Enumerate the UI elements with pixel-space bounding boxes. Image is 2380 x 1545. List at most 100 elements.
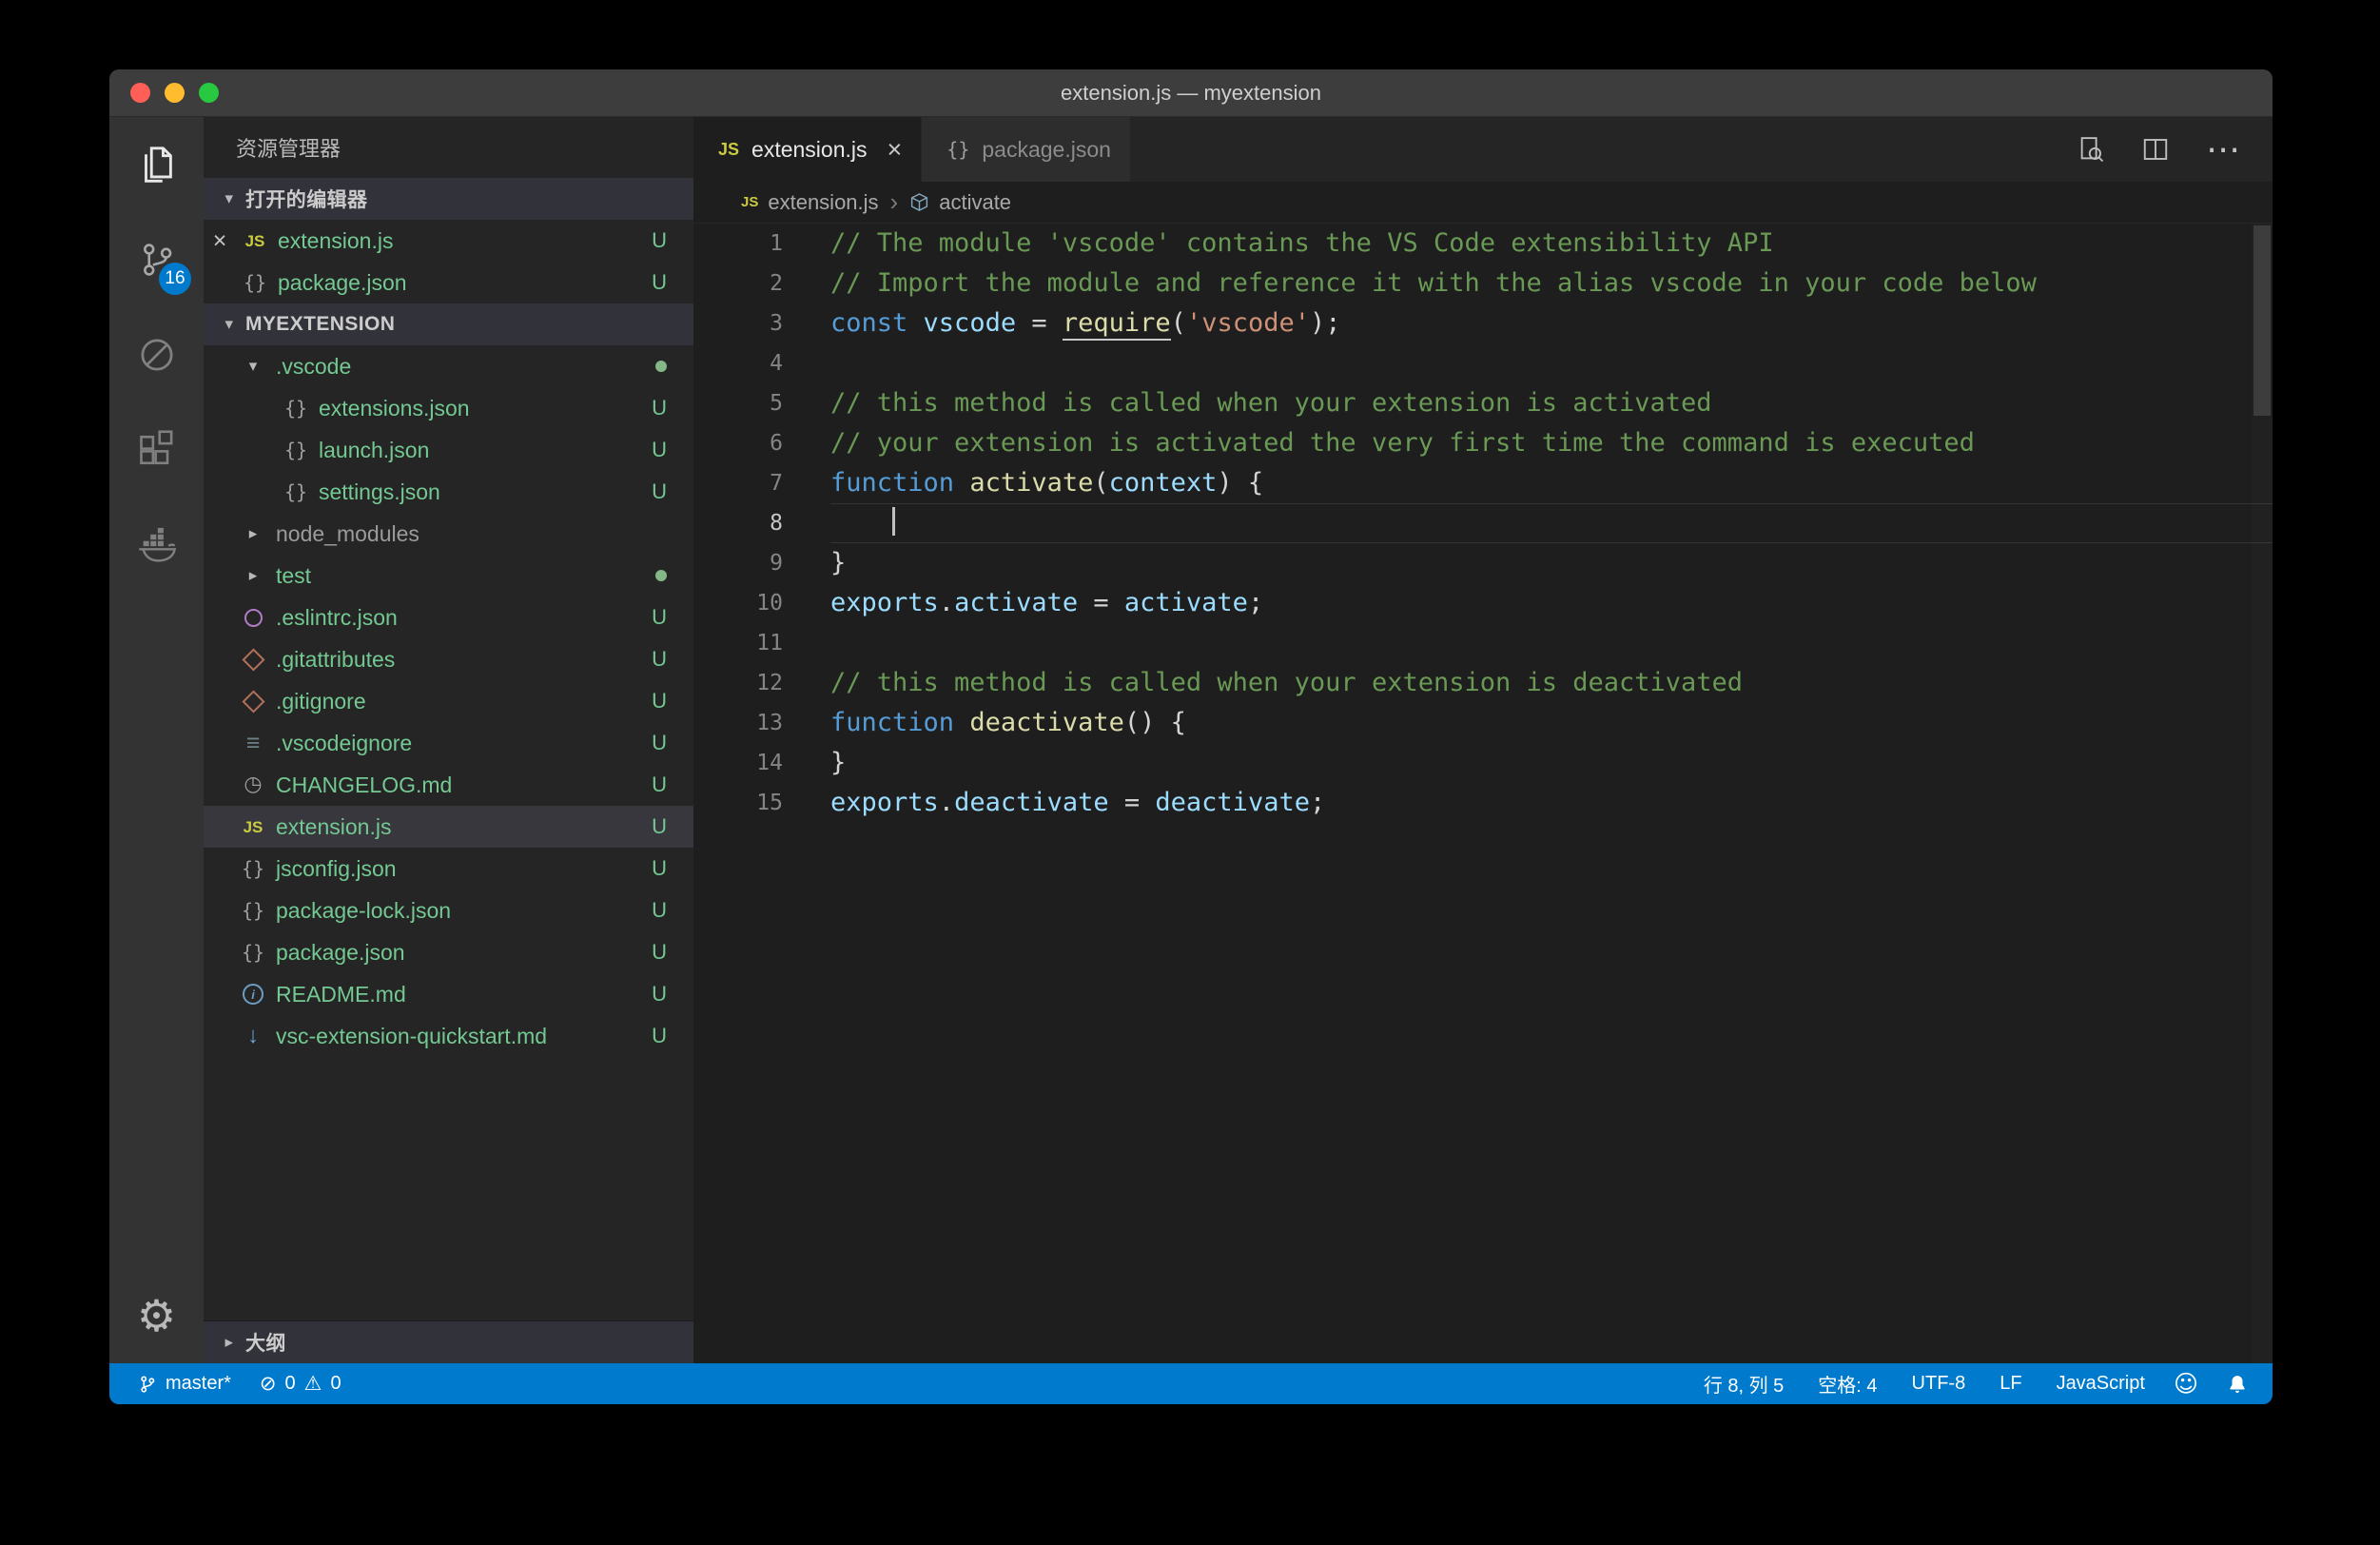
file-icon-slot: {}	[234, 859, 272, 878]
scrollbar-thumb[interactable]	[2253, 225, 2271, 416]
extensions-icon[interactable]	[109, 402, 204, 498]
close-icon[interactable]: ×	[888, 135, 903, 165]
close-window-button[interactable]	[130, 83, 150, 103]
tree-item-test[interactable]: ▸test	[204, 555, 693, 596]
git-status-badge: U	[652, 898, 667, 923]
minimize-window-button[interactable]	[165, 83, 185, 103]
status-cursor-position[interactable]: 行 8, 列 5	[1704, 1370, 1784, 1398]
open-editors-header[interactable]: ▾ 打开的编辑器	[204, 178, 693, 220]
git-branch-icon	[138, 1375, 157, 1394]
git-status-badge: U	[652, 689, 667, 714]
breadcrumb-file[interactable]: extension.js	[768, 190, 878, 215]
code-lines: 1// The module 'vscode' contains the VS …	[693, 224, 2273, 823]
more-actions-icon[interactable]: ⋯	[2206, 132, 2240, 166]
split-editor-icon[interactable]	[2141, 135, 2170, 164]
editor-group: JSextension.js×{}package.json ⋯ JS	[693, 117, 2273, 1363]
git-file-icon	[242, 648, 264, 671]
line-number: 7	[693, 463, 830, 503]
json-file-icon: {}	[242, 901, 264, 920]
git-file-icon	[242, 690, 264, 713]
file-name-label: .gitignore	[276, 689, 366, 714]
source-control-icon[interactable]: 16	[109, 212, 204, 307]
line-number: 12	[693, 663, 830, 703]
code-line-11[interactable]: 11	[693, 623, 2273, 663]
git-branch-status[interactable]: master*	[138, 1373, 231, 1395]
tree-item-node_modules[interactable]: ▸node_modules	[204, 513, 693, 555]
tree-item-extension.js[interactable]: JSextension.jsU	[204, 806, 693, 848]
tabs: JSextension.js×{}package.json	[693, 117, 1131, 182]
file-name-label: package-lock.json	[276, 898, 451, 924]
docker-icon[interactable]	[109, 498, 204, 593]
code-line-8[interactable]: 8	[693, 503, 2273, 543]
code-line-4[interactable]: 4	[693, 343, 2273, 383]
tree-item-vsc-extension-quickstart.md[interactable]: ↓vsc-extension-quickstart.mdU	[204, 1015, 693, 1057]
tree-item-.gitattributes[interactable]: .gitattributes U	[204, 638, 693, 680]
code-line-14[interactable]: 14}	[693, 743, 2273, 783]
status-language-mode[interactable]: JavaScript	[2057, 1373, 2145, 1395]
problems-status[interactable]: ⊘ 0 ⚠ 0	[260, 1373, 341, 1395]
status-eol[interactable]: LF	[2000, 1373, 2021, 1395]
file-name-label: extension.js	[276, 814, 391, 840]
code-line-2[interactable]: 2// Import the module and reference it w…	[693, 264, 2273, 303]
project-header[interactable]: ▾ MYEXTENSION	[204, 303, 693, 345]
code-line-3[interactable]: 3const vscode = require('vscode');	[693, 303, 2273, 343]
line-number: 5	[693, 383, 830, 423]
file-name-label: CHANGELOG.md	[276, 772, 452, 798]
code-text	[830, 503, 2273, 543]
tab-extension.js[interactable]: JSextension.js×	[693, 117, 922, 182]
git-status-badge: U	[652, 647, 667, 672]
breadcrumb-symbol[interactable]: activate	[939, 190, 1011, 215]
tree-item-.vscodeignore[interactable]: ≡.vscodeignoreU	[204, 722, 693, 764]
status-encoding[interactable]: UTF-8	[1912, 1373, 1966, 1395]
warning-icon: ⚠	[304, 1374, 322, 1394]
code-line-9[interactable]: 9}	[693, 543, 2273, 583]
code-line-13[interactable]: 13function deactivate() {	[693, 703, 2273, 743]
tree-item-settings.json[interactable]: {}settings.jsonU	[204, 471, 693, 513]
tree-item-CHANGELOG.md[interactable]: ◷CHANGELOG.mdU	[204, 764, 693, 806]
open-editor-package.json[interactable]: {}package.jsonU	[204, 262, 693, 303]
open-editors-list: ×JSextension.jsU{}package.jsonU	[204, 220, 693, 303]
source-control-badge: 16	[159, 263, 191, 295]
clock-icon: ◷	[244, 774, 262, 795]
file-icon-slot	[234, 609, 272, 627]
tab-package.json[interactable]: {}package.json	[922, 117, 1131, 182]
tree-item-.vscode[interactable]: ▾.vscode	[204, 345, 693, 387]
feedback-smiley-icon[interactable]: ☺	[2174, 1372, 2198, 1396]
code-line-12[interactable]: 12// this method is called when your ext…	[693, 663, 2273, 703]
tree-item-package.json[interactable]: {}package.jsonU	[204, 931, 693, 973]
outline-header[interactable]: ▸ 大纲	[204, 1320, 693, 1363]
tree-item-extensions.json[interactable]: {}extensions.jsonU	[204, 387, 693, 429]
code-line-1[interactable]: 1// The module 'vscode' contains the VS …	[693, 224, 2273, 264]
tree-item-jsconfig.json[interactable]: {}jsconfig.jsonU	[204, 848, 693, 890]
file-name-label: .gitattributes	[276, 647, 395, 673]
code-line-10[interactable]: 10exports.activate = activate;	[693, 583, 2273, 623]
notifications-bell-icon[interactable]	[2227, 1374, 2248, 1395]
code-line-6[interactable]: 6// your extension is activated the very…	[693, 423, 2273, 463]
zoom-window-button[interactable]	[199, 83, 219, 103]
code-editor[interactable]: 1// The module 'vscode' contains the VS …	[693, 224, 2273, 1363]
code-line-5[interactable]: 5// this method is called when your exte…	[693, 383, 2273, 423]
code-text: // Import the module and reference it wi…	[830, 264, 2273, 303]
open-changes-icon[interactable]	[2077, 135, 2105, 164]
code-text: // your extension is activated the very …	[830, 423, 2273, 463]
settings-gear-icon[interactable]: ⚙	[109, 1268, 204, 1363]
git-status-badge: U	[652, 479, 667, 504]
file-tree: ▾.vscode{}extensions.jsonU{}launch.jsonU…	[204, 345, 693, 1057]
code-line-7[interactable]: 7function activate(context) {	[693, 463, 2273, 503]
close-icon[interactable]: ×	[204, 227, 236, 255]
tree-item-launch.json[interactable]: {}launch.jsonU	[204, 429, 693, 471]
explorer-icon[interactable]	[109, 117, 204, 212]
tree-item-.gitignore[interactable]: .gitignore U	[204, 680, 693, 722]
code-text	[830, 343, 2273, 383]
code-line-15[interactable]: 15exports.deactivate = deactivate;	[693, 783, 2273, 823]
tree-item-README.md[interactable]: iREADME.mdU	[204, 973, 693, 1015]
code-text: const vscode = require('vscode');	[830, 303, 2273, 343]
file-name-label: node_modules	[276, 521, 419, 547]
editor-scrollbar[interactable]	[2252, 224, 2273, 1363]
status-indentation[interactable]: 空格: 4	[1818, 1370, 1877, 1398]
tree-item-package-lock.json[interactable]: {} package-lock.json U	[204, 890, 693, 931]
json-file-icon: {}	[946, 140, 969, 159]
open-editor-extension.js[interactable]: ×JSextension.jsU	[204, 220, 693, 262]
debug-icon[interactable]	[109, 307, 204, 402]
tree-item-.eslintrc.json[interactable]: .eslintrc.jsonU	[204, 596, 693, 638]
